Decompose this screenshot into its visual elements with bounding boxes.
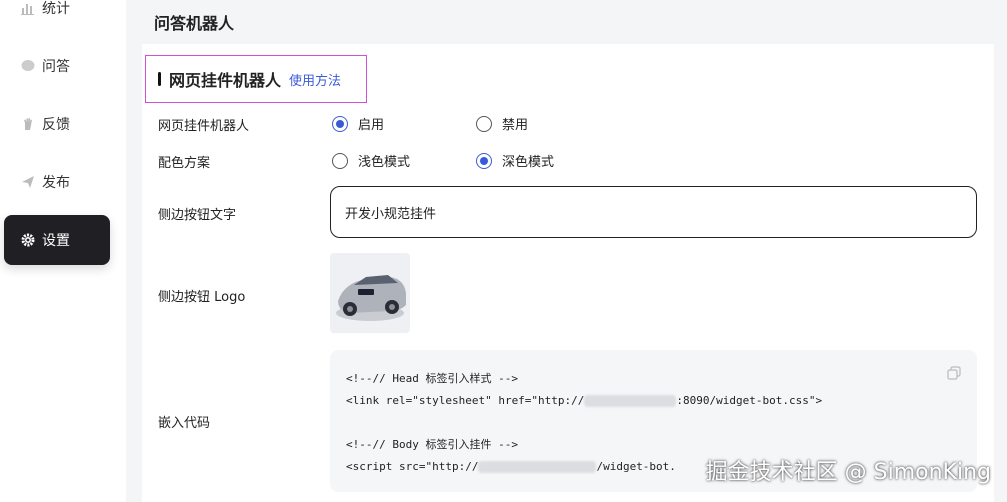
side-text-input[interactable]: 开发小规范挂件 xyxy=(330,186,977,238)
radio-label: 浅色模式 xyxy=(358,155,411,170)
sidebar-item-feedback[interactable]: 反馈 xyxy=(4,99,110,149)
radio-label: 启用 xyxy=(358,118,385,133)
radio-dark-mode[interactable]: 深色模式 xyxy=(476,151,554,170)
radio-circle xyxy=(332,115,348,132)
paper-plane-icon xyxy=(20,174,36,190)
widget-label: 网页挂件机器人 xyxy=(158,119,250,134)
usage-link[interactable]: 使用方法 xyxy=(289,70,341,89)
watermark: 掘金技术社区 @ SimonKing xyxy=(705,460,991,485)
radio-enable[interactable]: 启用 xyxy=(332,114,384,133)
hand-icon xyxy=(20,116,36,132)
sidebar-item-qa[interactable]: 问答 xyxy=(4,41,110,91)
gear-icon xyxy=(20,232,36,248)
sidebar-item-label: 统计 xyxy=(42,1,70,17)
sidebar-item-publish[interactable]: 发布 xyxy=(4,157,110,207)
side-text-label: 侧边按钮文字 xyxy=(158,208,237,223)
sidebar-item-label: 问答 xyxy=(42,59,70,75)
code-text: :8090/widget-bot.css"> xyxy=(676,394,823,407)
bar-chart-icon xyxy=(20,0,36,16)
side-logo-label: 侧边按钮 Logo xyxy=(158,290,246,305)
chat-bubble-icon xyxy=(20,58,36,74)
code-text: <link rel="stylesheet" href="http:// xyxy=(346,394,585,407)
copy-icon[interactable] xyxy=(947,366,961,380)
page-title: 问答机器人 xyxy=(142,0,994,44)
sidebar-item-label: 设置 xyxy=(42,233,70,249)
logo-upload[interactable] xyxy=(330,253,410,333)
radio-label: 禁用 xyxy=(502,118,529,133)
radio-circle xyxy=(332,152,348,169)
sidebar-item-label: 反馈 xyxy=(42,117,70,133)
radio-light-mode[interactable]: 浅色模式 xyxy=(332,151,410,170)
section-header: 网页挂件机器人 使用方法 xyxy=(145,55,367,103)
side-text-value: 开发小规范挂件 xyxy=(345,206,437,222)
code-text: <script src="http:// xyxy=(346,460,479,473)
embed-code-label: 嵌入代码 xyxy=(158,416,211,431)
sidebar-item-stats[interactable]: 统计 xyxy=(4,0,110,33)
section-marker xyxy=(158,72,161,86)
sidebar: 统计 问答 反馈 发布 设置 xyxy=(0,0,126,502)
car-image xyxy=(330,253,410,333)
radio-disable[interactable]: 禁用 xyxy=(476,114,528,133)
radio-label: 深色模式 xyxy=(502,155,555,170)
main-content: 问答机器人 网页挂件机器人 使用方法 网页挂件机器人 启用 禁用 配色方案 浅色… xyxy=(142,0,994,502)
section-title: 网页挂件机器人 xyxy=(169,71,282,90)
code-line: <link rel="stylesheet" href="http:// :809… xyxy=(346,390,961,412)
redacted-host xyxy=(584,395,677,407)
code-line: <!--// Body 标签引入挂件 --> xyxy=(346,438,518,451)
color-scheme-label: 配色方案 xyxy=(158,156,211,171)
radio-circle xyxy=(476,152,492,169)
radio-circle xyxy=(476,115,492,132)
sidebar-item-label: 发布 xyxy=(42,175,70,191)
code-line: <!--// Head 标签引入样式 --> xyxy=(346,372,518,385)
code-text: /widget-bot. xyxy=(596,460,676,473)
redacted-host xyxy=(478,461,597,473)
sidebar-item-settings[interactable]: 设置 xyxy=(4,215,110,265)
